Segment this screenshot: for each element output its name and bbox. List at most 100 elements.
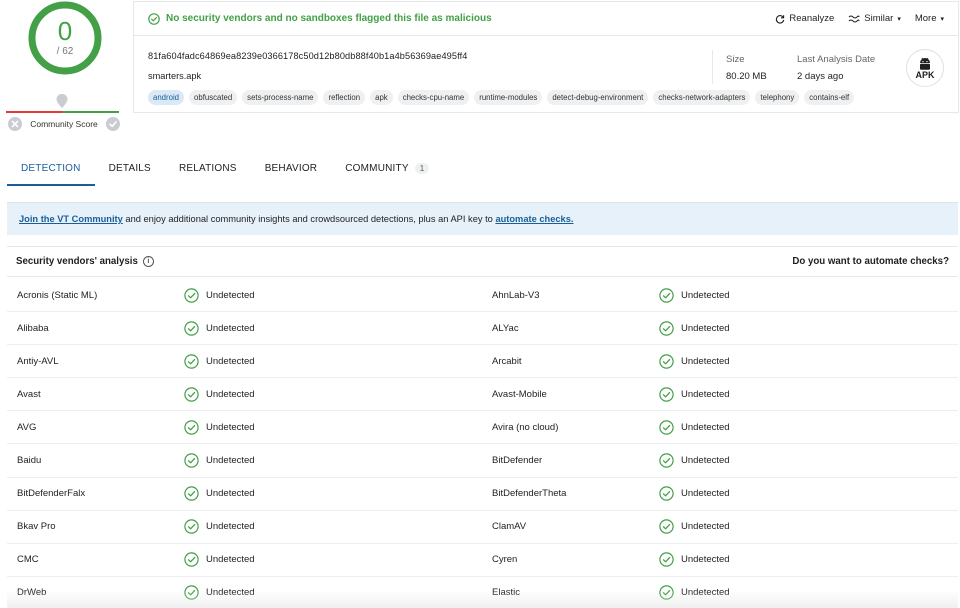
check-circle-icon [184,519,199,534]
vendor-status: Undetected [184,420,255,435]
chevron-down-icon: ▾ [897,15,901,23]
vendor-status-text: Undetected [681,587,730,599]
community-count-badge: 1 [414,163,430,174]
automate-checks-link[interactable]: automate checks. [495,214,573,224]
vendor-status: Undetected [184,354,255,369]
tag-chip[interactable]: detect-debug-environment [547,90,649,105]
vendor-status: Undetected [659,354,730,369]
table-row: Avast Undetected Avast-Mobile Undetected [7,378,958,412]
tag-list: android obfuscated sets-process-name ref… [148,90,855,105]
vendor-name: Elastic [492,587,520,599]
vendor-name: Avast-Mobile [492,388,547,400]
vendor-status-text: Undetected [206,521,255,533]
check-circle-icon [659,453,674,468]
similar-icon [848,15,860,22]
tab-relations[interactable]: RELATIONS [165,157,251,186]
tag-chip[interactable]: sets-process-name [242,90,319,105]
table-row: BitDefenderFalx Undetected BitDefenderTh… [7,478,958,511]
table-row: Baidu Undetected BitDefender Undetected [7,444,958,478]
status-message: No security vendors and no sandboxes fla… [148,12,492,25]
refresh-icon [776,14,785,24]
vendor-name: ALYac [492,322,519,334]
tag-chip[interactable]: runtime-modules [474,90,543,105]
vendor-status-text: Undetected [681,388,730,400]
check-circle-icon [184,420,199,435]
file-type-label: APK [915,69,935,80]
vote-harmless-icon[interactable] [106,117,120,131]
community-score-bar [6,111,119,113]
tab-label: RELATIONS [178,163,237,174]
vote-malicious-icon[interactable] [8,117,22,131]
vendor-status-text: Undetected [206,488,255,500]
vendor-status: Undetected [184,486,255,501]
vendor-name: ClamAV [492,521,527,533]
tab-details[interactable]: DETAILS [95,157,165,186]
more-button[interactable]: More ▾ [915,13,944,24]
check-circle-icon [659,552,674,567]
tag-chip[interactable]: checks-cpu-name [397,90,470,105]
vendor-name: CMC [17,554,39,566]
vendor-status-text: Undetected [681,554,730,566]
analysis-date-label: Last Analysis Date [797,54,876,65]
tag-chip[interactable]: apk [370,90,393,105]
vendor-status: Undetected [659,287,730,303]
tag-chip[interactable]: obfuscated [189,90,238,105]
tag-chip[interactable]: checks-network-adapters [653,90,751,105]
vendor-status-text: Undetected [681,421,730,433]
tag-chip[interactable]: contains-elf [804,90,855,105]
report-tabs: DETECTION DETAILS RELATIONS BEHAVIOR COM… [7,157,443,187]
vendor-status-text: Undetected [206,421,255,433]
vendor-name: Antiy-AVL [17,355,59,367]
analysis-date-value: 2 days ago [797,71,844,82]
vendor-name: Avira (no cloud) [492,421,559,433]
vendor-name: BitDefender [492,455,543,467]
check-circle-icon [148,12,160,25]
similar-label: Similar [864,13,894,24]
tab-detection[interactable]: DETECTION [7,157,95,186]
vendor-status: Undetected [184,519,255,534]
detection-count: 0 [57,16,73,46]
table-row: CMC Undetected Cyren Undetected [7,544,958,577]
info-icon[interactable]: i [142,256,154,267]
check-circle-icon [184,287,199,303]
vendor-name: DrWeb [17,587,47,599]
reanalyze-button[interactable]: Reanalyze [775,13,834,24]
community-banner: Join the VT Community and enjoy addition… [7,202,958,235]
similar-button[interactable]: Similar ▾ [848,13,901,24]
check-circle-icon [184,354,199,369]
vendor-name: AVG [17,421,37,433]
analysis-date-meta: Last Analysis Date 2 days ago [797,54,875,82]
tag-chip[interactable]: telephony [755,90,800,105]
tag-chip[interactable]: android [148,90,185,105]
check-circle-icon [659,585,674,601]
vendor-name: Alibaba [17,322,49,334]
banner-text: and enjoy additional community insights … [122,214,496,224]
card-actions: Reanalyze Similar ▾ More ▾ [775,13,944,24]
join-community-link[interactable]: Join the VT Community [19,214,123,224]
community-score-label: Community Score [30,119,98,129]
vendors-table: Security vendors' analysis i Do you want… [7,246,958,608]
vendor-status: Undetected [659,519,730,534]
automate-checks-prompt[interactable]: Do you want to automate checks? [792,256,949,267]
tab-label: DETECTION [21,163,81,174]
size-value: 80.20 MB [726,71,767,82]
tab-behavior[interactable]: BEHAVIOR [251,157,332,186]
check-circle-icon [184,585,199,601]
vendor-status: Undetected [184,453,255,468]
vendor-status-text: Undetected [206,455,255,467]
vendor-status-text: Undetected [206,388,255,400]
table-row: Bkav Pro Undetected ClamAV Undetected [7,511,958,544]
vendor-status-text: Undetected [206,554,255,566]
size-meta: Size 80.20 MB [726,54,767,82]
size-label: Size [726,54,745,65]
file-hash[interactable]: 81fa604fadc64869ea8239e0366178c50d12b80d… [148,51,467,61]
chevron-down-icon: ▾ [940,15,944,23]
tab-community[interactable]: COMMUNITY 1 [331,157,443,186]
table-row: Antiy-AVL Undetected Arcabit Undetected [7,345,958,379]
check-circle-icon [184,486,199,501]
vendor-status-text: Undetected [206,322,255,334]
vendor-rows: Acronis (Static ML) Undetected AhnLab-V3… [7,277,958,608]
vendor-status: Undetected [659,420,730,435]
vendors-table-title: Security vendors' analysis [16,256,138,267]
tag-chip[interactable]: reflection [323,90,366,105]
